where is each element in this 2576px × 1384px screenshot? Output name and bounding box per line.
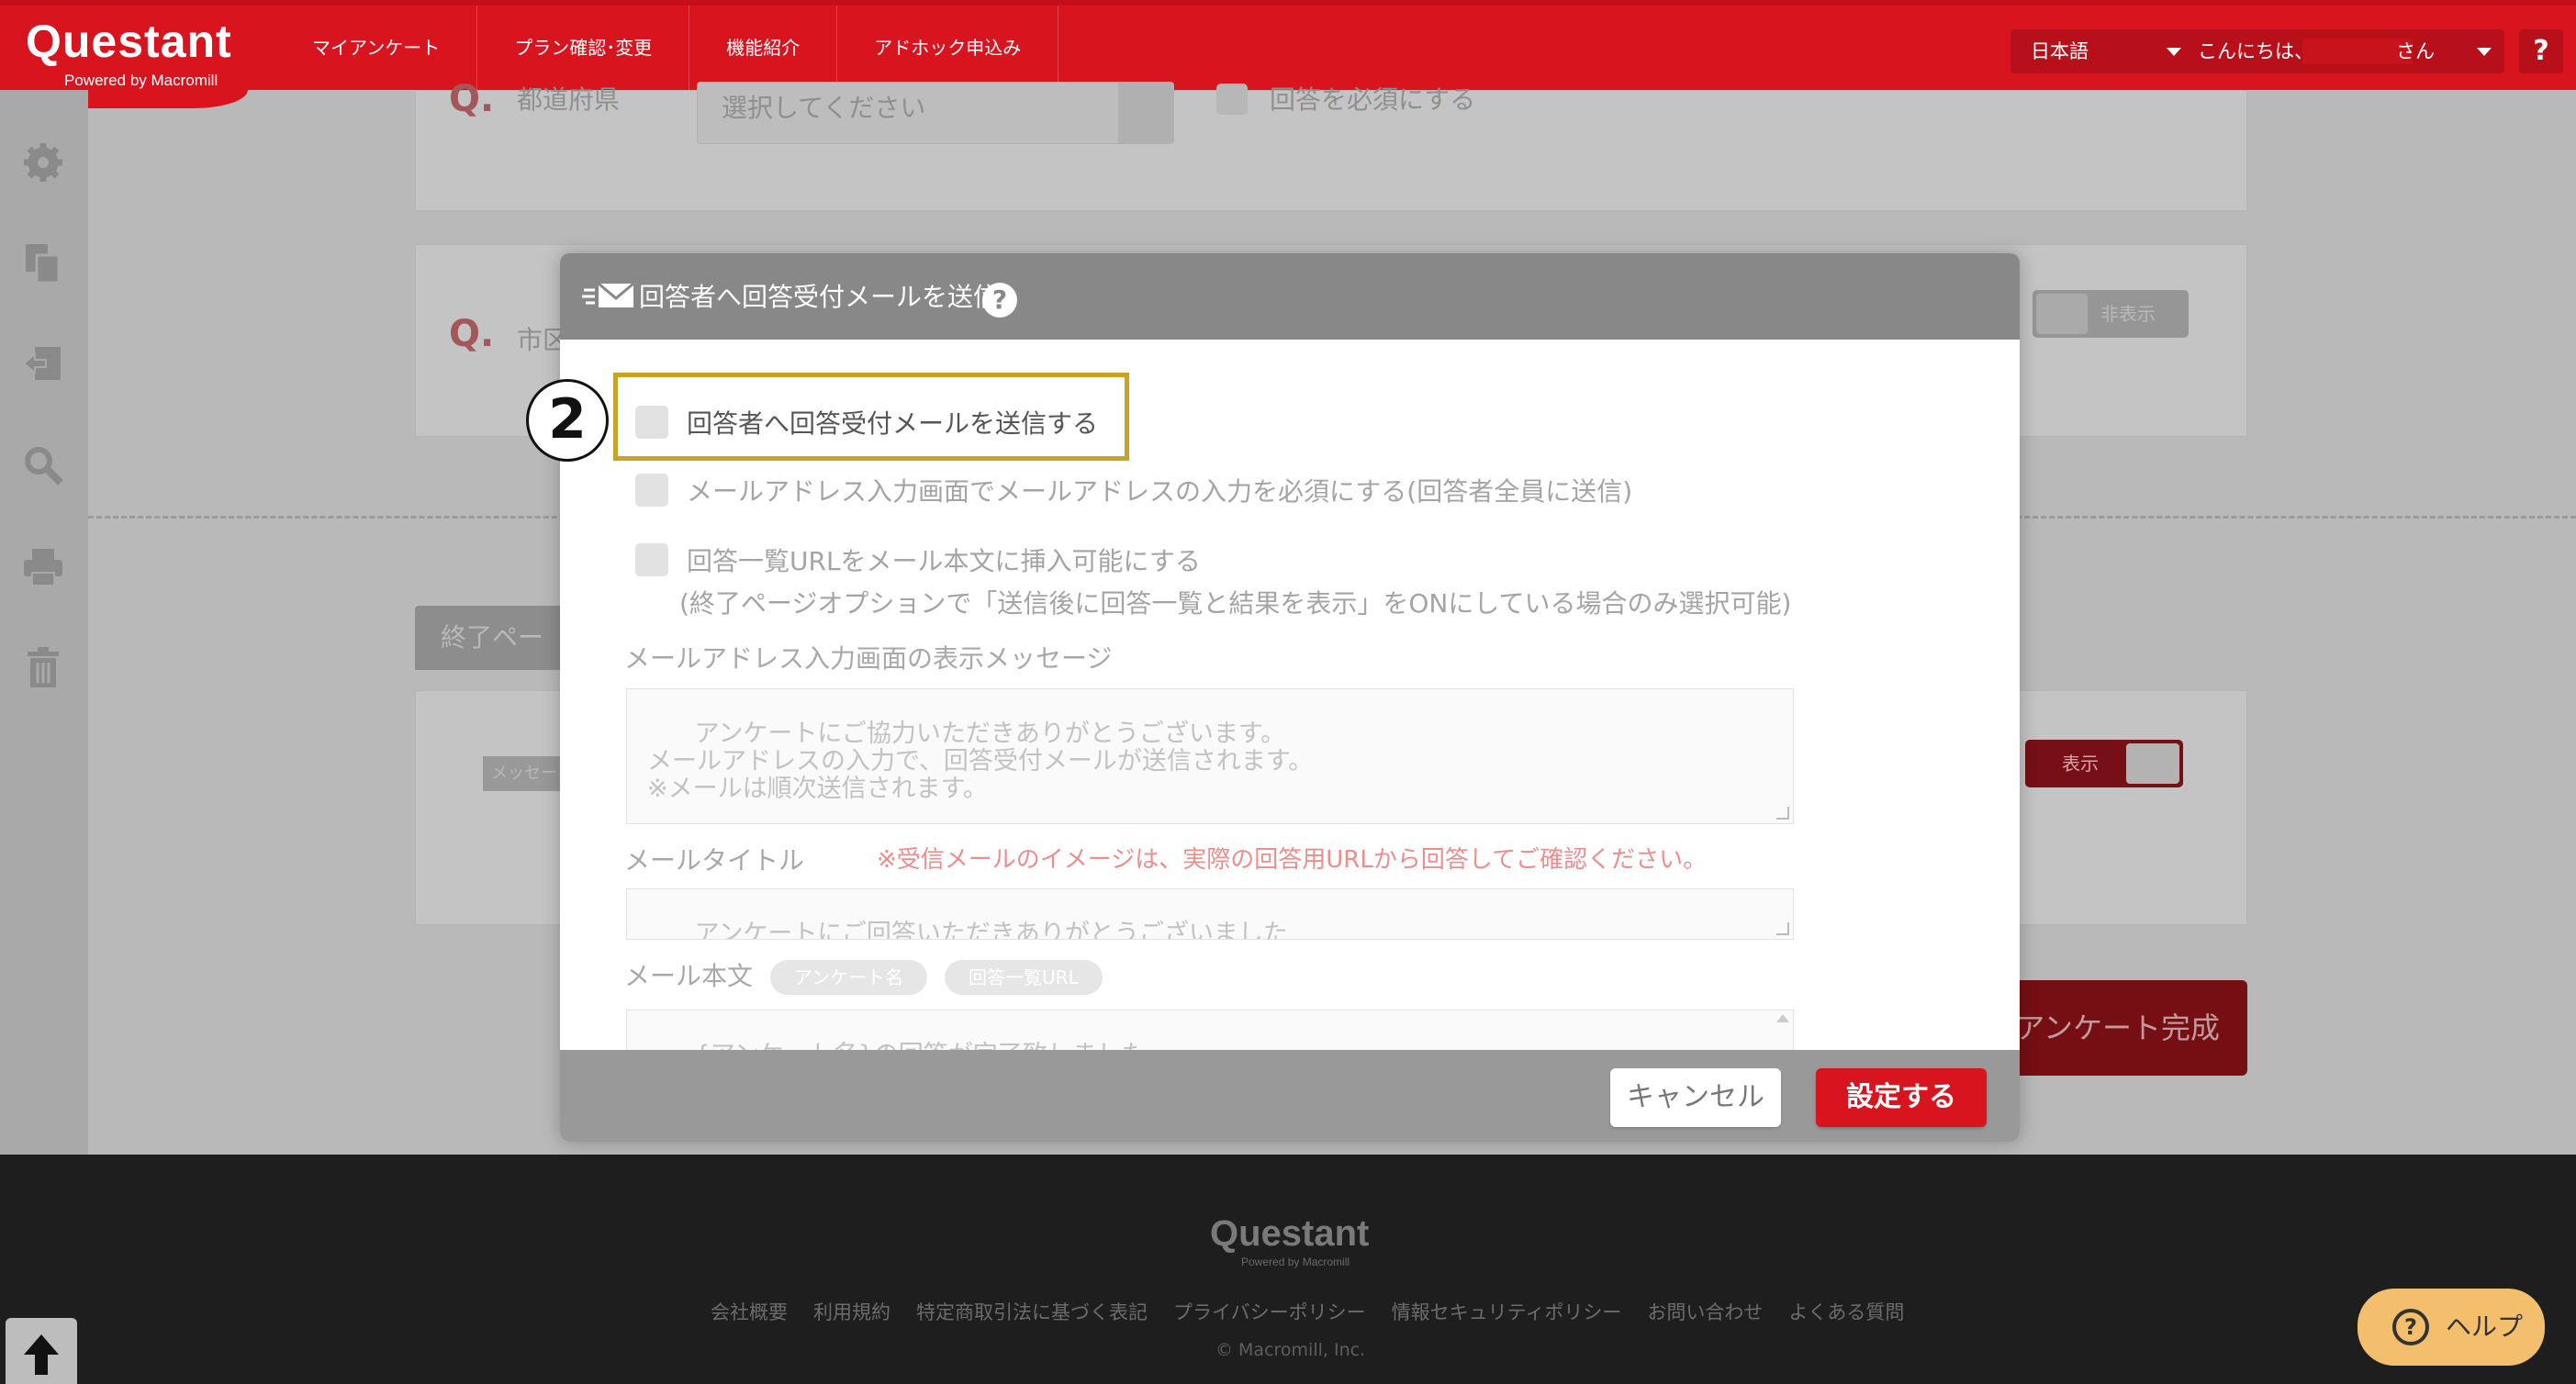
dialog-header: 回答者へ回答受付メールを送信 ? (560, 253, 2020, 340)
dialog-title: 回答者へ回答受付メールを送信 (639, 282, 1000, 312)
toggle-label: 非表示 (2100, 303, 2156, 325)
option-require-email[interactable]: メールアドレス入力画面でメールアドレスの入力を必須にする(回答者全員に送信) (635, 472, 1632, 508)
label-text: メールタイトル (624, 845, 805, 876)
footer-link-company[interactable]: 会社概要 (711, 1298, 788, 1325)
gear-icon[interactable] (20, 140, 66, 185)
footer-link-terms[interactable]: 利用規約 (813, 1298, 890, 1325)
mail-body-textarea[interactable]: {アンケート名}の回答が完了致しました。 ご回答いただきありがとうございました。 (626, 1010, 1794, 1050)
help-button[interactable]: ? ヘルプ (2358, 1289, 2545, 1366)
footer-link-commerce-law[interactable]: 特定商取引法に基づく表記 (916, 1298, 1148, 1325)
footer: Questant Powered by Macromill 会社概要 利用規約 … (0, 1155, 2576, 1384)
insert-url-checkbox[interactable] (635, 543, 668, 576)
toggle-label: 表示 (2062, 753, 2099, 775)
option-insert-url[interactable]: 回答一覧URLをメール本文に挿入可能にする (635, 541, 1201, 578)
footer-link-contact[interactable]: お問い合わせ (1647, 1298, 1763, 1325)
submit-button[interactable]: 設定する (1816, 1068, 1987, 1127)
step-number-badge: 2 (526, 379, 609, 462)
require-email-checkbox[interactable] (635, 474, 668, 507)
chevron-down-icon (2167, 48, 2181, 56)
option-note: (終了ページオプションで「送信後に回答一覧と結果を表示」をONにしている場合のみ… (679, 588, 1792, 619)
label-text: メール本文 (624, 961, 754, 991)
nav-adhoc[interactable]: アドホック申込み (837, 6, 1059, 90)
message-tag: メッセー (483, 756, 566, 791)
highlight-box (613, 373, 1129, 461)
question-circle-icon: ? (2392, 1309, 2429, 1345)
required-checkbox[interactable] (1216, 84, 1248, 115)
insert-survey-name-tag[interactable]: アンケート名 (769, 960, 928, 995)
display-message-textarea[interactable]: アンケートにご協力いただきありがとうございます。 メールアドレスの入力で、回答受… (626, 688, 1794, 824)
resize-grip-icon[interactable] (1776, 922, 1789, 935)
visibility-toggle-hidden[interactable]: 非表示 (2033, 290, 2189, 338)
toggle-knob (2126, 743, 2179, 784)
dialog-footer: キャンセル 設定する (560, 1050, 2020, 1142)
print-icon[interactable] (20, 543, 66, 589)
user-menu[interactable]: こんにちは、 さん (2181, 29, 2504, 73)
language-value: 日本語 (2031, 40, 2089, 62)
mail-body-label: メール本文 アンケート名 回答一覧URL (624, 956, 1103, 995)
footer-links: 会社概要 利用規約 特定商取引法に基づく表記 プライバシーポリシー 情報セキュリ… (711, 1298, 1904, 1325)
resize-grip-icon[interactable] (1776, 807, 1789, 820)
textarea-value: {アンケート名}の回答が完了致しました。 ご回答いただきありがとうございました。 (647, 1041, 1171, 1051)
copyright: © Macromill, Inc. (1215, 1340, 1366, 1360)
complete-survey-button[interactable]: アンケート完成 (1983, 980, 2247, 1076)
help-icon[interactable]: ? (982, 283, 1017, 318)
mail-title-input[interactable]: アンケートにご回答いただきありがとうございました (626, 888, 1794, 940)
arrow-up-icon (24, 1334, 59, 1375)
scroll-up-icon[interactable] (1776, 1014, 1789, 1022)
prefecture-select[interactable]: 選択してください (697, 82, 1174, 144)
question-card-prefecture: Q. 都道府県 選択してください 回答を必須にする (415, 78, 2247, 211)
input-value: アンケートにご回答いただきありがとうございました (694, 920, 1288, 940)
preview-note: ※受信メールのイメージは、実際の回答用URLから回答してご確認ください。 (877, 846, 1708, 874)
scroll-to-top-button[interactable] (6, 1318, 77, 1384)
select-placeholder: 選択してください (722, 93, 926, 123)
language-select[interactable]: 日本語 (2010, 29, 2194, 73)
chevron-down-icon (2477, 48, 2492, 56)
footer-link-privacy[interactable]: プライバシーポリシー (1173, 1298, 1366, 1325)
visibility-toggle-shown[interactable]: 表示 (2025, 740, 2183, 787)
mail-send-icon (582, 282, 634, 307)
mail-title-label: メールタイトル ※受信メールのイメージは、実際の回答用URLから回答してご確認く… (624, 841, 1707, 877)
export-icon[interactable] (20, 341, 66, 387)
logo-text: Questant (26, 16, 232, 67)
question-mark: Q. (449, 78, 495, 120)
top-header: Questant Powered by Macromill マイアンケート プラ… (0, 0, 2576, 108)
user-greeting: こんにちは、 (2198, 40, 2313, 62)
required-label: 回答を必須にする (1270, 84, 1476, 115)
main-nav: マイアンケート プラン確認･変更 機能紹介 アドホック申込み (275, 6, 1059, 90)
footer-link-faq[interactable]: よくある質問 (1788, 1298, 1904, 1325)
footer-logo-subtitle: Powered by Macromill (1241, 1256, 1350, 1268)
textarea-value: アンケートにご協力いただきありがとうございます。 メールアドレスの入力で、回答受… (647, 720, 1314, 803)
nav-my-survey[interactable]: マイアンケート (275, 6, 478, 90)
display-message-label: メールアドレス入力画面の表示メッセージ (624, 643, 1113, 674)
cancel-button[interactable]: キャンセル (1610, 1068, 1781, 1127)
search-icon[interactable] (20, 442, 66, 488)
question-label: 都道府県 (517, 84, 621, 115)
trash-icon[interactable] (20, 644, 66, 690)
chevron-down-icon (1118, 83, 1173, 143)
option-label: メールアドレス入力画面でメールアドレスの入力を必須にする(回答者全員に送信) (687, 476, 1633, 507)
nav-plan[interactable]: プラン確認･変更 (477, 6, 690, 90)
toggle-knob (2036, 294, 2088, 334)
left-toolbar (0, 90, 88, 1155)
footer-link-security[interactable]: 情報セキュリティポリシー (1392, 1298, 1622, 1325)
user-suffix: さん (2396, 40, 2435, 62)
question-mark: Q. (449, 313, 495, 355)
logo-subtitle: Powered by Macromill (64, 72, 218, 89)
help-label: ヘルプ (2446, 1311, 2524, 1342)
copy-icon[interactable] (20, 240, 66, 286)
option-label: 回答一覧URLをメール本文に挿入可能にする (687, 546, 1201, 576)
help-icon[interactable]: ? (2519, 29, 2563, 73)
insert-answer-url-tag[interactable]: 回答一覧URL (945, 960, 1103, 995)
nav-features[interactable]: 機能紹介 (689, 6, 838, 90)
footer-logo: Questant (1210, 1213, 1370, 1254)
